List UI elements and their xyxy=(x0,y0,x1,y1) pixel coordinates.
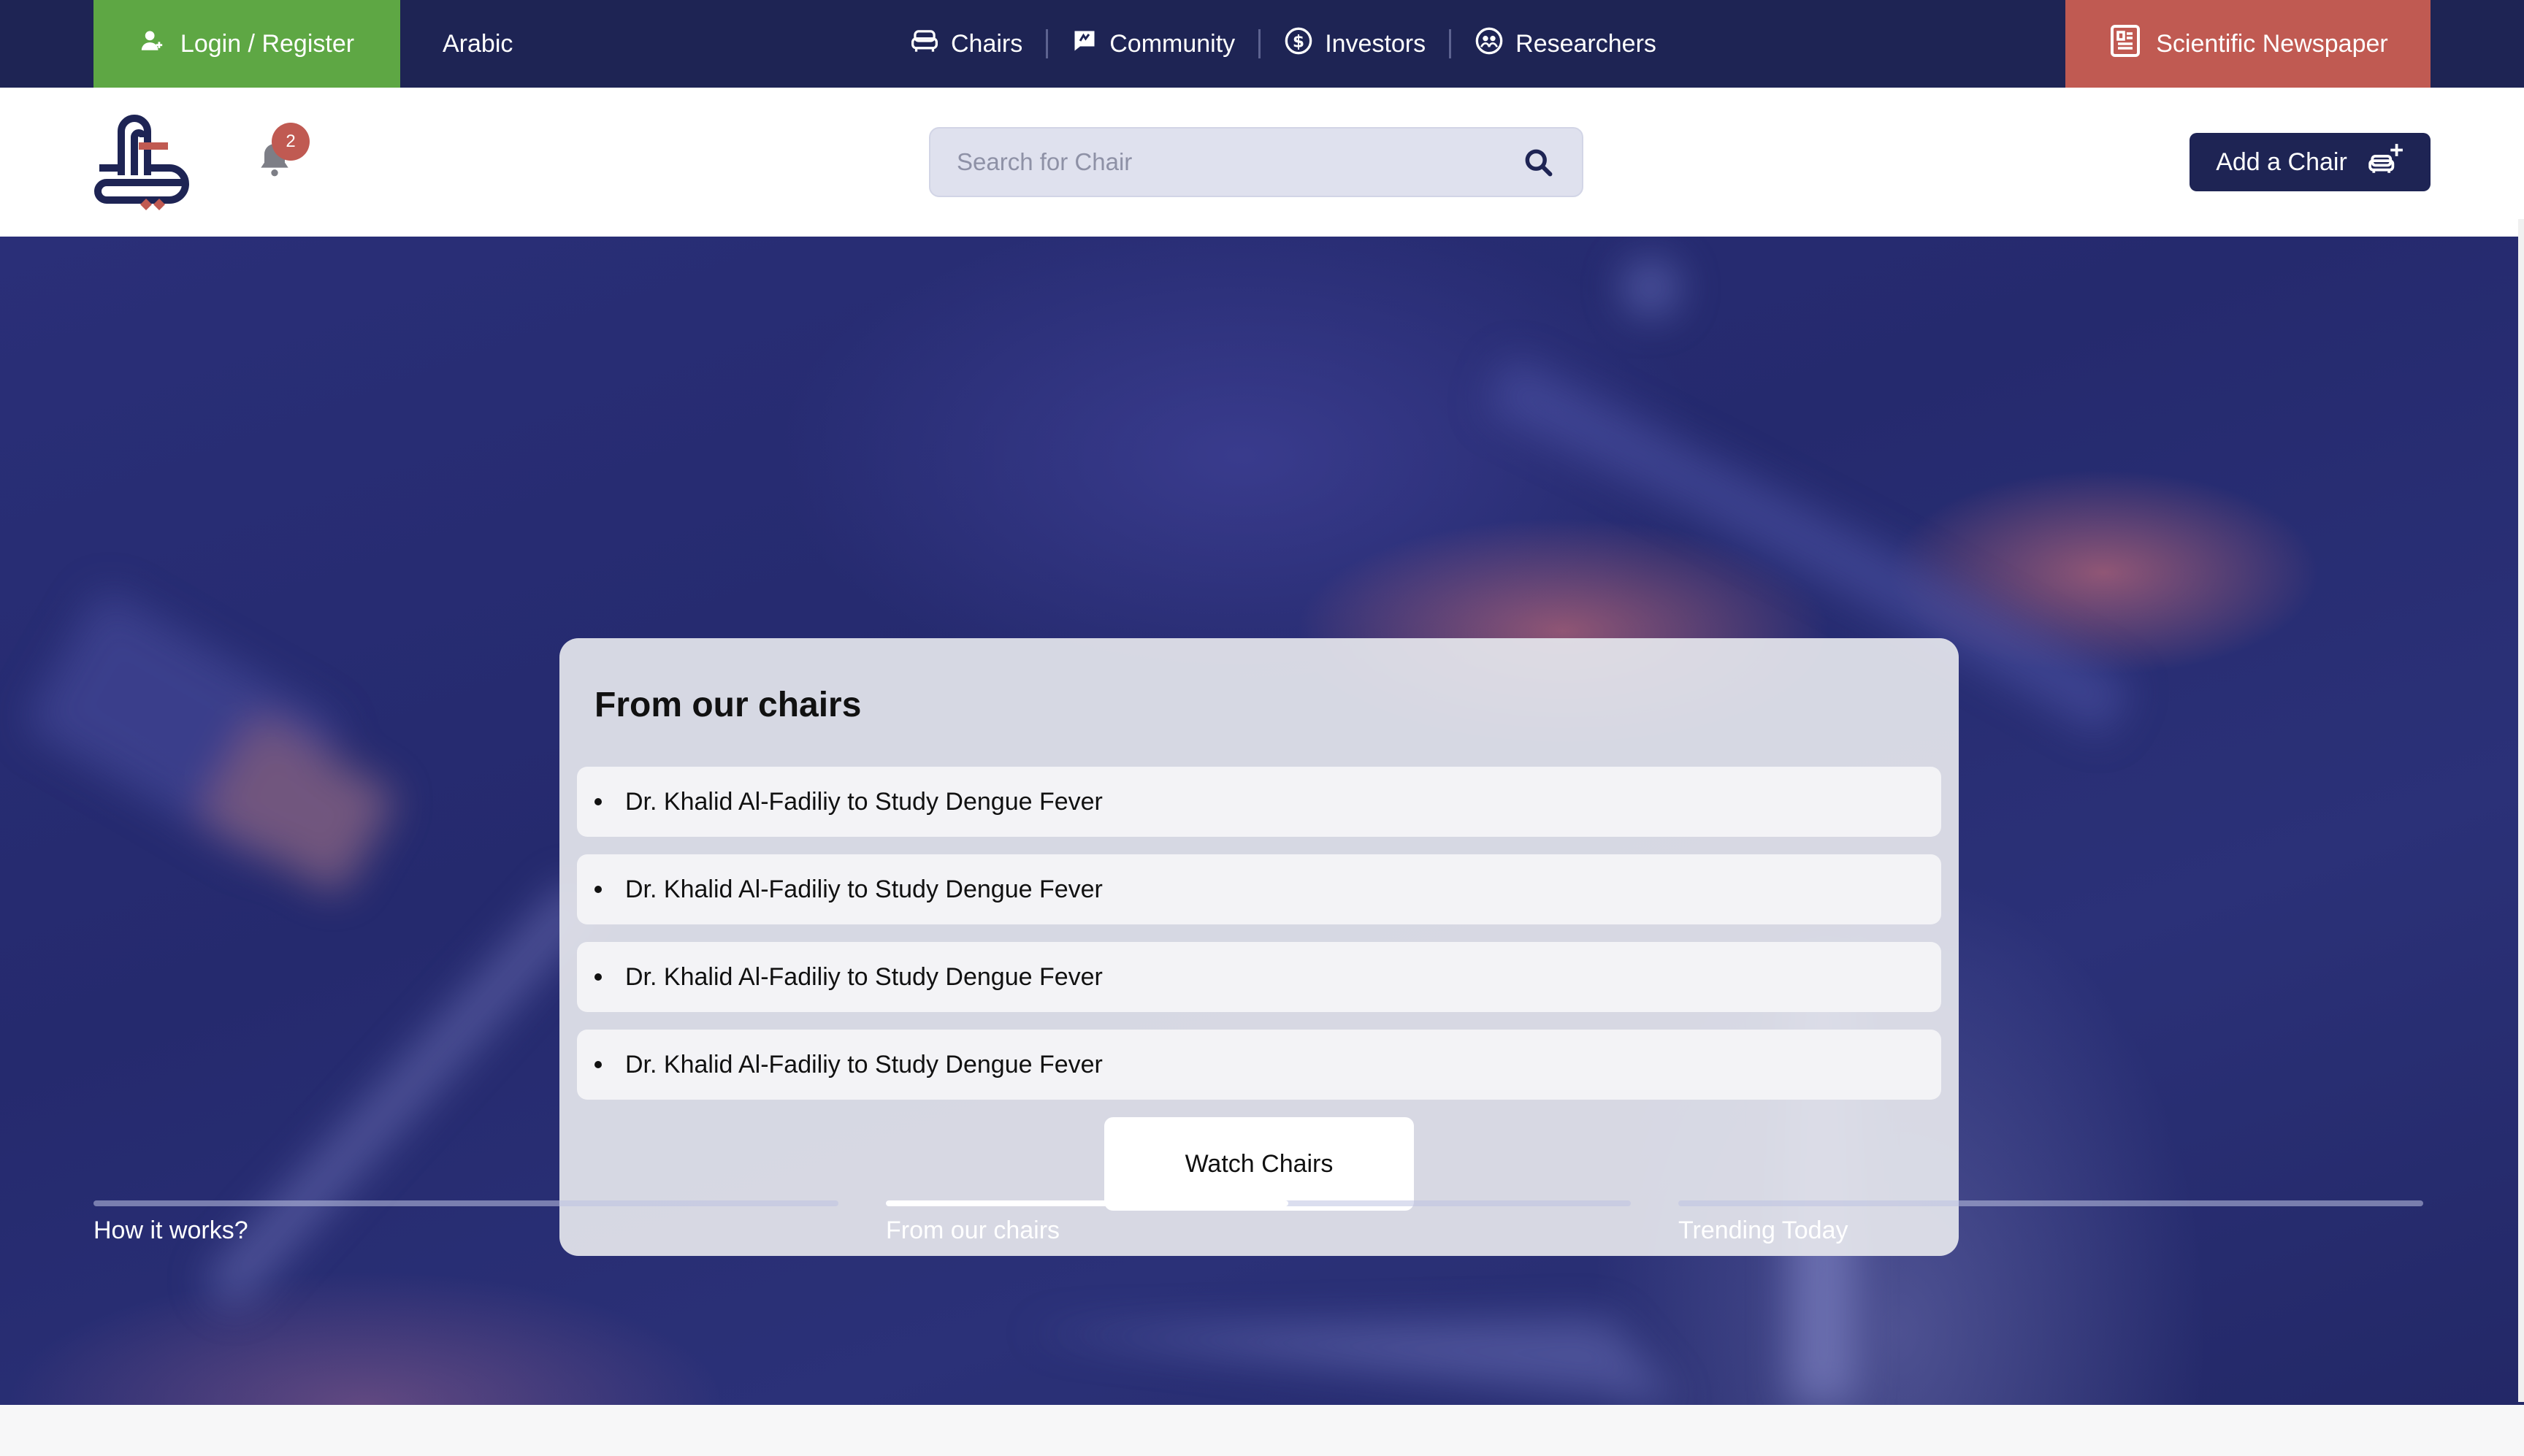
search-bar xyxy=(929,127,1583,197)
list-item[interactable]: Dr. Khalid Al-Fadiliy to Study Dengue Fe… xyxy=(577,854,1941,924)
newspaper-icon xyxy=(2108,23,2143,65)
tab-how-it-works[interactable]: How it works? xyxy=(93,1200,838,1245)
tab-progress-track xyxy=(93,1200,838,1206)
list-item[interactable]: Dr. Khalid Al-Fadiliy to Study Dengue Fe… xyxy=(577,1030,1941,1100)
list-item[interactable]: Dr. Khalid Al-Fadiliy to Study Dengue Fe… xyxy=(577,942,1941,1012)
tab-progress-track xyxy=(886,1200,1631,1206)
scrollbar[interactable] xyxy=(2518,219,2524,1402)
list-item-label: Dr. Khalid Al-Fadiliy to Study Dengue Fe… xyxy=(625,1050,1103,1078)
tab-label: How it works? xyxy=(93,1216,248,1244)
nav-item-community[interactable]: Community xyxy=(1071,28,1235,61)
sofa-icon xyxy=(910,28,939,61)
svg-text:$: $ xyxy=(1293,31,1304,51)
hero-section: From our chairs Dr. Khalid Al-Fadiliy to… xyxy=(0,237,2524,1405)
bullet-icon xyxy=(594,973,602,981)
chairs-list: Dr. Khalid Al-Fadiliy to Study Dengue Fe… xyxy=(577,767,1941,1117)
add-sofa-icon xyxy=(2368,141,2404,184)
nav-item-label: Researchers xyxy=(1515,29,1656,58)
list-item-label: Dr. Khalid Al-Fadiliy to Study Dengue Fe… xyxy=(625,962,1103,991)
login-register-label: Login / Register xyxy=(180,29,355,58)
tab-progress-track xyxy=(1678,1200,2423,1206)
watch-chairs-button[interactable]: Watch Chairs xyxy=(1104,1117,1414,1211)
nav-item-investors[interactable]: $ Investors xyxy=(1284,26,1426,62)
tab-progress-fill xyxy=(886,1200,1288,1206)
nav-item-label: Investors xyxy=(1325,29,1426,58)
bullet-icon xyxy=(594,1061,602,1068)
nav-divider xyxy=(1046,29,1049,58)
search-input[interactable] xyxy=(955,147,1519,177)
carousel-tabs: How it works? From our chairs Trending T… xyxy=(93,1200,2431,1288)
login-register-button[interactable]: Login / Register xyxy=(93,0,400,88)
nav-divider xyxy=(1449,29,1452,58)
chat-icon xyxy=(1071,28,1098,61)
nav-divider xyxy=(1258,29,1261,58)
list-item[interactable]: Dr. Khalid Al-Fadiliy to Study Dengue Fe… xyxy=(577,767,1941,837)
main-nav: Chairs Community $ Investors Researchers xyxy=(910,0,1656,88)
nav-item-researchers[interactable]: Researchers xyxy=(1475,26,1656,62)
tab-label: From our chairs xyxy=(886,1216,1060,1244)
scientific-newspaper-button[interactable]: Scientific Newspaper xyxy=(2065,0,2431,88)
dollar-icon: $ xyxy=(1284,26,1313,62)
tab-trending-today[interactable]: Trending Today xyxy=(1678,1200,2423,1245)
site-logo[interactable] xyxy=(92,110,203,213)
card-title: From our chairs xyxy=(594,686,862,724)
top-bar: Login / Register Arabic Chairs Community… xyxy=(0,0,2524,88)
tab-from-our-chairs[interactable]: From our chairs xyxy=(886,1200,1631,1245)
add-chair-button[interactable]: Add a Chair xyxy=(2190,133,2431,191)
nav-item-label: Community xyxy=(1109,29,1236,58)
nav-item-chairs[interactable]: Chairs xyxy=(910,28,1022,61)
add-chair-label: Add a Chair xyxy=(2216,147,2347,176)
bullet-icon xyxy=(594,798,602,805)
notification-badge: 2 xyxy=(272,123,310,161)
list-item-label: Dr. Khalid Al-Fadiliy to Study Dengue Fe… xyxy=(625,787,1103,816)
list-item-label: Dr. Khalid Al-Fadiliy to Study Dengue Fe… xyxy=(625,875,1103,903)
tab-label: Trending Today xyxy=(1678,1216,1848,1244)
footer-strip xyxy=(0,1405,2524,1456)
user-icon xyxy=(139,28,164,60)
from-our-chairs-card: From our chairs Dr. Khalid Al-Fadiliy to… xyxy=(559,638,1959,1256)
nav-item-label: Chairs xyxy=(951,29,1023,58)
search-icon[interactable] xyxy=(1519,143,1557,181)
language-switch[interactable]: Arabic xyxy=(443,0,513,88)
newspaper-label: Scientific Newspaper xyxy=(2156,29,2388,58)
researchers-icon xyxy=(1475,26,1504,62)
bullet-icon xyxy=(594,886,602,893)
